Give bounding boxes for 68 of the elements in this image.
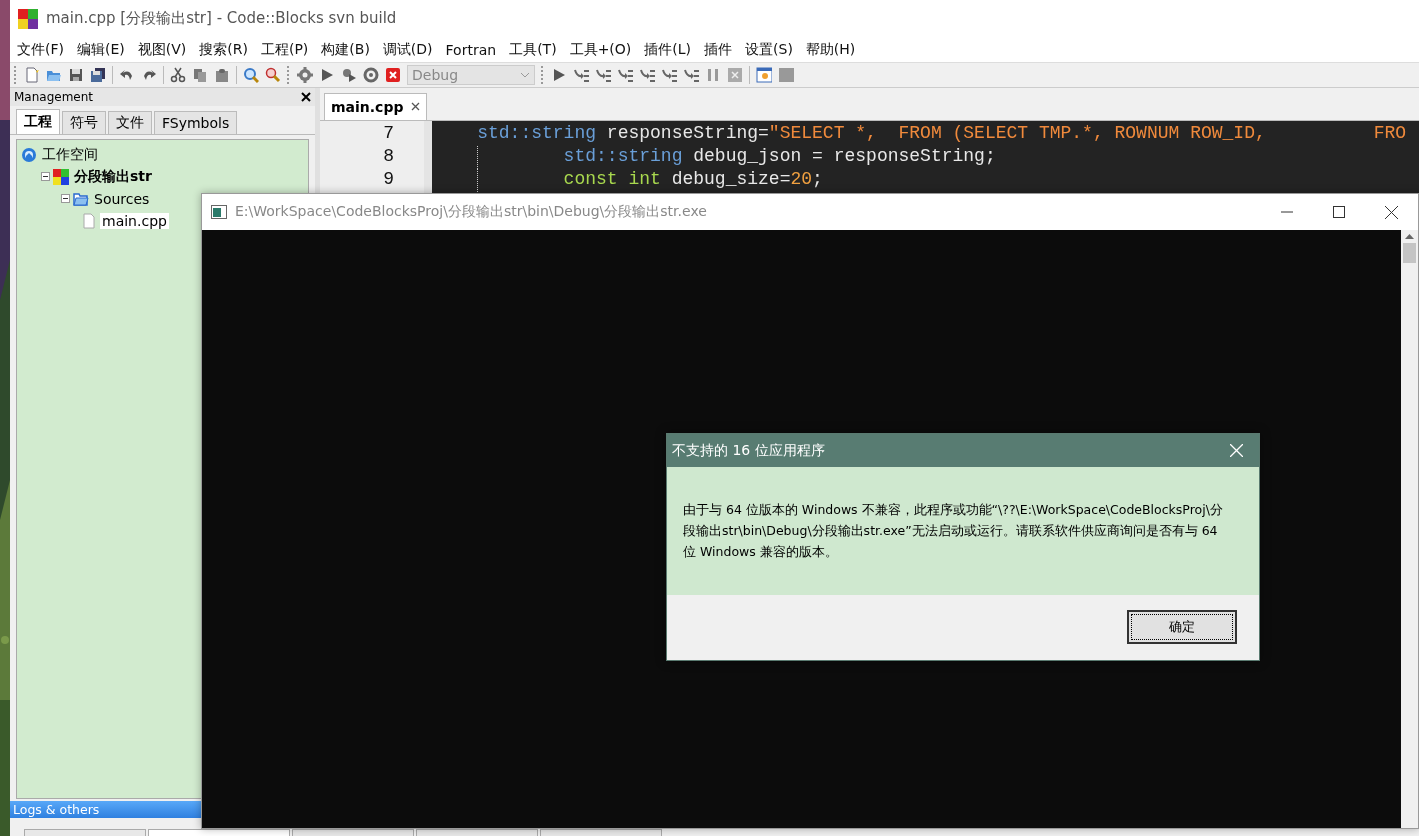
- new-file-icon[interactable]: [24, 66, 40, 83]
- menu-item[interactable]: 调试(D): [377, 40, 438, 59]
- scissors-icon[interactable]: [170, 66, 186, 83]
- line-number: 8: [382, 145, 395, 168]
- maximize-icon[interactable]: [1333, 206, 1345, 218]
- panel-tab[interactable]: 文件: [108, 110, 152, 134]
- menu-item[interactable]: 编辑(E): [72, 40, 130, 59]
- folder-icon: [73, 190, 89, 207]
- gear-icon[interactable]: [297, 66, 313, 83]
- dialog-message: 由于与 64 位版本的 Windows 不兼容，此程序或功能“\??\E:\WorkSpace\CodeBlocksProj\分段输出str\bin\Debug\分段输出str.exe”无法启动或运行。请联系软件供应商询问是否有与 64 位 Windows 兼容的版本。: [683, 501, 1224, 561]
- line-number: 7: [382, 122, 395, 145]
- up-arrow-icon[interactable]: [1405, 234, 1414, 239]
- code-line: std::string responseString="SELECT *, FROM (SELECT TMP.*, ROWNUM ROW_ID, FRO: [476, 122, 1408, 145]
- line-number: 9: [382, 168, 395, 191]
- save-icon[interactable]: [68, 66, 84, 83]
- color-squares-icon: [53, 168, 69, 185]
- play-icon[interactable]: [551, 66, 567, 83]
- close-icon[interactable]: [301, 91, 311, 102]
- close-icon[interactable]: [411, 102, 421, 112]
- gear-play-icon[interactable]: [341, 66, 357, 83]
- file-icon: [81, 212, 97, 229]
- menu-item[interactable]: 插件(L): [639, 40, 697, 59]
- panel-title: Management: [14, 89, 94, 104]
- panel-tab[interactable]: 符号: [62, 110, 106, 134]
- menu-item[interactable]: Fortran: [440, 41, 502, 58]
- paste-icon[interactable]: [214, 66, 230, 83]
- window-icon[interactable]: [756, 66, 772, 83]
- menu-item[interactable]: 构建(B): [316, 40, 375, 59]
- window-title: main.cpp [分段输出str] - Code::Blocks svn build: [46, 9, 397, 29]
- collapse-icon[interactable]: [41, 172, 50, 182]
- replace-icon[interactable]: [265, 66, 281, 83]
- scrollbar-thumb[interactable]: [1403, 243, 1416, 263]
- menu-item[interactable]: 工具(T): [504, 40, 562, 59]
- close-icon[interactable]: [1385, 205, 1398, 219]
- dialog-title: 不支持的 16 位应用程序: [672, 441, 825, 460]
- ok-button[interactable]: 确定: [1127, 610, 1237, 644]
- caret-icon: [520, 71, 530, 78]
- menu-item[interactable]: 工具+(O): [564, 40, 637, 59]
- panel-tab[interactable]: FSymbols: [154, 110, 238, 134]
- tree-item[interactable]: 分段输出str: [72, 167, 154, 186]
- panel-tab[interactable]: 工程: [16, 108, 60, 134]
- menu-item[interactable]: 文件(F): [12, 40, 69, 59]
- copy-icon[interactable]: [192, 66, 208, 83]
- code-line: const int debug_size=20;: [432, 168, 1419, 192]
- tree-item[interactable]: main.cpp: [100, 212, 169, 229]
- save-all-icon[interactable]: [90, 66, 106, 83]
- menu-item[interactable]: 帮助(H): [800, 40, 861, 59]
- menu-item[interactable]: 设置(S): [740, 40, 798, 59]
- menu-item[interactable]: 搜索(R): [194, 40, 253, 59]
- panel-title: Logs & others: [13, 802, 100, 817]
- code-line: std::string debug_json = responseString;: [432, 145, 1419, 169]
- scrollbar[interactable]: [1401, 230, 1418, 828]
- stop-icon[interactable]: [385, 66, 401, 83]
- console-icon: [211, 205, 227, 219]
- search-icon[interactable]: [243, 66, 259, 83]
- app-icon: [18, 8, 38, 29]
- play-icon[interactable]: [319, 66, 335, 83]
- globe-icon: [21, 146, 37, 163]
- window-title: E:\WorkSpace\CodeBlocksProj\分段输出str\bin\Debug\分段输出str.exe: [235, 203, 708, 221]
- editor-tab[interactable]: main.cpp: [324, 92, 428, 120]
- menu-item[interactable]: 工程(P): [255, 40, 314, 59]
- log-tab[interactable]: [148, 829, 290, 836]
- refresh-icon[interactable]: [363, 66, 379, 83]
- menu-item[interactable]: 插件: [699, 40, 738, 59]
- tree-item[interactable]: 工作空间: [40, 145, 100, 164]
- menu-item[interactable]: 视图(V): [132, 40, 192, 59]
- tree-item[interactable]: Sources: [92, 190, 152, 207]
- collapse-icon[interactable]: [61, 194, 70, 204]
